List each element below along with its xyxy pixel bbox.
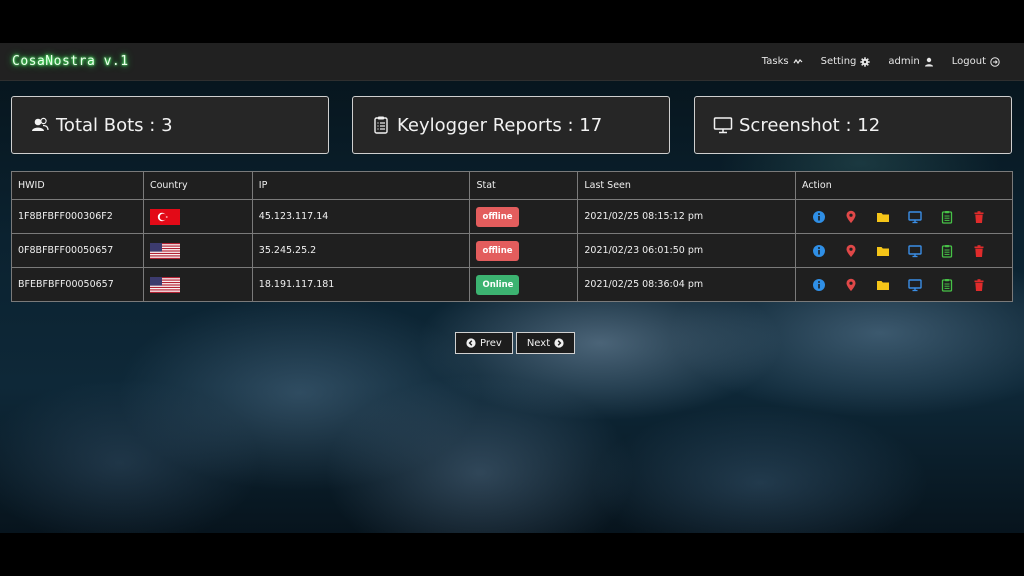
cell-last-seen: 2021/02/23 06:01:50 pm <box>577 233 796 268</box>
folder-icon[interactable] <box>876 244 890 258</box>
table-row: 0F8BFBFF00050657 35.245.25.2 offline 202… <box>11 233 1013 268</box>
cell-stat: offline <box>469 199 579 234</box>
trash-icon[interactable] <box>972 278 986 292</box>
keylogger-reports-text: Keylogger Reports : 17 <box>397 114 603 136</box>
next-label: Next <box>526 337 551 349</box>
nav-admin[interactable]: admin <box>888 56 933 67</box>
keylogger-reports-card: Keylogger Reports : 17 <box>352 96 670 154</box>
users-icon <box>32 117 49 131</box>
table-row: BFEBFBFF00050657 18.191.117.181 Online 2… <box>11 267 1013 302</box>
nav-logout[interactable]: Logout <box>952 56 1000 67</box>
monitor-icon <box>713 117 733 134</box>
status-badge: offline <box>476 206 519 227</box>
clipboard-icon[interactable] <box>940 278 954 292</box>
cell-country <box>142 233 253 268</box>
cell-actions <box>795 233 1013 268</box>
gear-icon <box>860 56 871 67</box>
header-country: Country <box>142 171 253 200</box>
nav-admin-label: admin <box>888 56 920 67</box>
cell-stat: Online <box>469 267 579 302</box>
turkey-flag-icon <box>149 208 180 225</box>
trash-icon[interactable] <box>972 244 986 258</box>
cell-actions <box>795 267 1013 302</box>
cell-ip: 45.123.117.14 <box>251 199 471 234</box>
header-action: Action <box>795 171 1013 200</box>
header-last-seen: Last Seen <box>577 171 796 200</box>
screenshot-text: Screenshot : 12 <box>739 114 881 136</box>
header-stat: Stat <box>469 171 579 200</box>
monitor-icon[interactable] <box>908 278 922 292</box>
clipboard-icon <box>374 116 388 134</box>
usa-flag-icon <box>149 276 180 293</box>
chevron-left-circle-icon <box>466 338 476 348</box>
brand-logo[interactable]: CosaNostra v.1 <box>12 54 129 69</box>
cell-stat: offline <box>469 233 579 268</box>
info-icon[interactable] <box>812 278 826 292</box>
nav-tasks-label: Tasks <box>761 56 789 67</box>
screenshot-card: Screenshot : 12 <box>694 96 1012 154</box>
tasks-icon <box>793 58 803 64</box>
cell-actions <box>795 199 1013 234</box>
trash-icon[interactable] <box>972 210 986 224</box>
pagination: Prev Next <box>455 332 576 354</box>
map-marker-icon[interactable] <box>844 244 858 258</box>
map-marker-icon[interactable] <box>844 278 858 292</box>
table-header-row: HWID Country IP Stat Last Seen Action <box>11 171 1013 200</box>
header-ip: IP <box>251 171 471 200</box>
nav-logout-label: Logout <box>951 56 986 67</box>
prev-button[interactable]: Prev <box>455 332 513 354</box>
folder-icon[interactable] <box>876 278 890 292</box>
nav-links: Tasks Setting admin Logout <box>762 56 1000 67</box>
monitor-icon[interactable] <box>908 244 922 258</box>
info-icon[interactable] <box>812 244 826 258</box>
cell-ip: 35.245.25.2 <box>251 233 471 268</box>
status-badge: offline <box>476 240 519 261</box>
monitor-icon[interactable] <box>908 210 922 224</box>
cell-country <box>142 267 253 302</box>
nav-tasks[interactable]: Tasks <box>762 56 803 67</box>
cell-last-seen: 2021/02/25 08:15:12 pm <box>577 199 796 234</box>
table-row: 1F8BFBFF000306F2 45.123.117.14 offline 2… <box>11 199 1013 234</box>
status-badge: Online <box>476 274 520 295</box>
header-hwid: HWID <box>11 171 144 200</box>
cell-country <box>142 199 253 234</box>
user-icon <box>924 57 933 66</box>
top-navbar: CosaNostra v.1 Tasks Setting admin Logou… <box>0 43 1024 81</box>
map-marker-icon[interactable] <box>844 210 858 224</box>
nav-setting[interactable]: Setting <box>821 56 871 67</box>
cell-hwid: 0F8BFBFF00050657 <box>11 233 144 268</box>
clipboard-icon[interactable] <box>940 244 954 258</box>
logout-icon <box>990 56 1000 67</box>
chevron-right-circle-icon <box>554 338 564 348</box>
bots-table: HWID Country IP Stat Last Seen Action 1F… <box>11 171 1013 302</box>
cell-hwid: BFEBFBFF00050657 <box>11 267 144 302</box>
cell-last-seen: 2021/02/25 08:36:04 pm <box>577 267 796 302</box>
nav-setting-label: Setting <box>820 56 857 67</box>
clipboard-icon[interactable] <box>940 210 954 224</box>
cell-hwid: 1F8BFBFF000306F2 <box>11 199 144 234</box>
usa-flag-icon <box>149 242 180 259</box>
folder-icon[interactable] <box>876 210 890 224</box>
total-bots-card: Total Bots : 3 <box>11 96 329 154</box>
prev-label: Prev <box>480 337 502 349</box>
cell-ip: 18.191.117.181 <box>251 267 471 302</box>
total-bots-text: Total Bots : 3 <box>56 114 173 136</box>
info-icon[interactable] <box>812 210 826 224</box>
next-button[interactable]: Next <box>515 332 576 354</box>
